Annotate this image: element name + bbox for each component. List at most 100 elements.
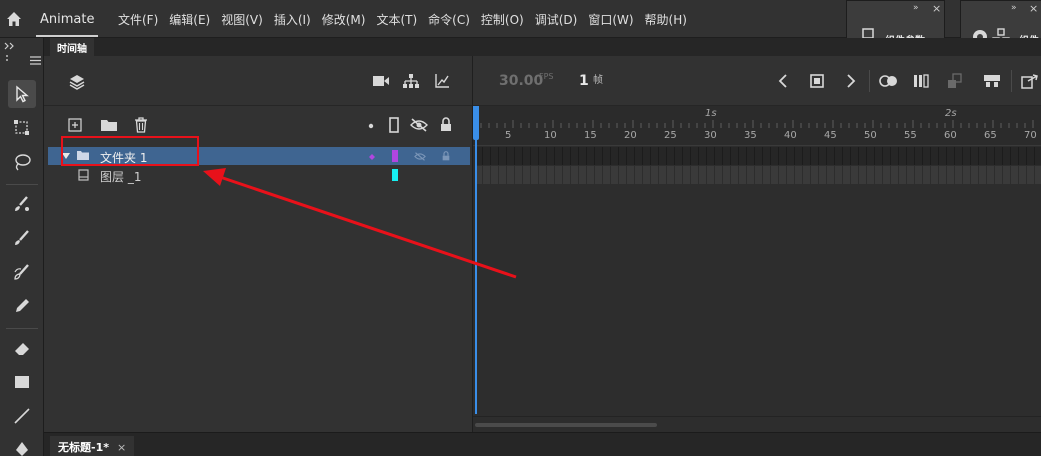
panel-menu-icon[interactable] — [30, 56, 41, 65]
paint-brush-icon — [15, 196, 29, 211]
ruler-ticks — [480, 120, 1034, 128]
document-tabs: 无标题-1* × — [44, 432, 1041, 456]
home-icon[interactable] — [4, 9, 24, 29]
arrow-pointer-icon — [16, 85, 29, 103]
hide-layer-icon[interactable] — [414, 152, 426, 161]
panel-collapse-icon[interactable]: » — [913, 3, 918, 13]
document-title[interactable]: 无标题-1* — [58, 441, 109, 454]
new-folder-icon[interactable] — [100, 118, 118, 132]
free-transform-icon — [14, 120, 29, 135]
free-transform-tool[interactable] — [8, 114, 36, 142]
insert-keyframe-icon[interactable] — [1021, 73, 1039, 89]
line-tool[interactable] — [8, 402, 36, 430]
horizontal-scrollbar[interactable] — [473, 416, 1041, 432]
control-divider — [1011, 70, 1012, 92]
selection-tool[interactable] — [8, 80, 36, 108]
loop-icon[interactable] — [879, 74, 899, 88]
fluid-brush-icon — [14, 264, 29, 280]
pencil-tool[interactable] — [8, 292, 36, 320]
layer-parenting-icon[interactable] — [402, 73, 420, 89]
ruler-tick-label: 40 — [784, 130, 797, 141]
grip-icon[interactable] — [4, 54, 10, 64]
menu-control[interactable]: 控制(O) — [481, 11, 524, 28]
expand-panel-icon[interactable] — [4, 42, 16, 50]
tool-divider — [6, 184, 38, 185]
edit-multiple-frames-icon[interactable] — [947, 73, 965, 89]
brush-tool[interactable] — [8, 224, 36, 252]
panel-collapse-icon[interactable]: » — [1011, 3, 1016, 13]
ruler-tick-label: 45 — [824, 130, 837, 141]
menu-insert[interactable]: 插入(I) — [274, 11, 311, 28]
playhead[interactable] — [475, 106, 477, 414]
current-frame[interactable]: 1 — [579, 73, 589, 89]
menu-text[interactable]: 文本(T) — [376, 11, 417, 28]
layer-row[interactable]: 图层 _1 — [48, 166, 470, 184]
ruler-tick-label: 65 — [984, 130, 997, 141]
ruler-tick-label: 20 — [624, 130, 637, 141]
fluid-brush-tool[interactable] — [8, 258, 36, 286]
tab-timeline[interactable]: 时间轴 — [50, 38, 94, 56]
frame-ruler[interactable]: 1s 2s 5 10 15 20 25 30 35 40 45 50 55 60… — [473, 106, 1041, 146]
pen-icon — [16, 442, 28, 456]
menu-commands[interactable]: 命令(C) — [428, 11, 470, 28]
ruler-tick-label: 5 — [505, 130, 512, 141]
layer-color-swatch[interactable] — [392, 169, 398, 181]
rectangle-tool[interactable] — [8, 368, 36, 396]
menu-debug[interactable]: 调试(D) — [535, 11, 578, 28]
onion-skin-icon[interactable] — [913, 73, 929, 89]
layer-frames-row[interactable] — [475, 166, 1041, 184]
layer-name[interactable]: 图层 _1 — [100, 168, 141, 185]
ruler-tick-label: 15 — [584, 130, 597, 141]
menu-help[interactable]: 帮助(H) — [645, 11, 687, 28]
pen-tool[interactable] — [8, 436, 36, 456]
next-frame-icon[interactable] — [846, 74, 856, 88]
panel-close-icon[interactable]: × — [1029, 2, 1038, 15]
pencil-icon — [16, 299, 29, 312]
lasso-icon — [15, 154, 31, 171]
layers-icon[interactable] — [68, 73, 86, 91]
show-outlines-icon[interactable] — [389, 117, 399, 133]
document-tab[interactable]: 无标题-1* × — [50, 436, 135, 456]
layer-color-swatch[interactable] — [392, 150, 398, 162]
insert-frame-icon[interactable] — [983, 74, 1001, 88]
timeline-frames-area: 30.00 FPS 1 帧 1s 2s 5 10 15 20 25 30 35 … — [472, 56, 1041, 432]
ruler-tick-label: 10 — [544, 130, 557, 141]
ruler-tick-label: 30 — [704, 130, 717, 141]
brush-icon — [15, 230, 29, 245]
layer-panel: 文件夹 1 图层 _1 — [44, 56, 472, 432]
fps-unit: FPS — [539, 72, 554, 81]
camera-icon[interactable] — [372, 74, 390, 88]
scrollbar-thumb[interactable] — [475, 423, 657, 427]
trash-icon[interactable] — [134, 117, 148, 133]
timeline-controls: 30.00 FPS 1 帧 — [473, 56, 1041, 106]
menu-view[interactable]: 视图(V) — [221, 11, 263, 28]
menu-window[interactable]: 窗口(W) — [588, 11, 633, 28]
app-name-underline — [36, 35, 98, 37]
previous-frame-icon[interactable] — [778, 74, 788, 88]
tool-divider — [6, 328, 38, 329]
highlight-layers-icon[interactable] — [368, 123, 374, 129]
main-menu: 文件(F) 编辑(E) 视图(V) 插入(I) 修改(M) 文本(T) 命令(C… — [118, 11, 698, 28]
layer-dot-icon[interactable] — [369, 154, 375, 160]
graph-icon[interactable] — [434, 73, 450, 89]
hide-layer-icon[interactable] — [410, 118, 428, 132]
app-name[interactable]: Animate — [40, 12, 94, 27]
stop-icon[interactable] — [810, 74, 824, 88]
lock-icon[interactable] — [440, 117, 452, 132]
fps-value[interactable]: 30.00 — [499, 73, 543, 89]
new-layer-icon[interactable] — [68, 118, 82, 132]
eraser-tool[interactable] — [8, 334, 36, 362]
ruler-second-label: 2s — [945, 108, 957, 119]
ruler-second-label: 1s — [705, 108, 717, 119]
folder-frames-row[interactable] — [475, 147, 1041, 165]
paint-brush-tool[interactable] — [8, 190, 36, 218]
rectangle-icon — [15, 376, 29, 388]
close-tab-icon[interactable]: × — [117, 441, 126, 454]
panel-close-icon[interactable]: × — [932, 2, 941, 15]
menu-edit[interactable]: 编辑(E) — [169, 11, 210, 28]
lasso-tool[interactable] — [8, 148, 36, 176]
lock-icon[interactable] — [442, 151, 450, 161]
menu-modify[interactable]: 修改(M) — [322, 11, 366, 28]
panel-tab-strip — [44, 38, 1041, 56]
menu-file[interactable]: 文件(F) — [118, 11, 158, 28]
